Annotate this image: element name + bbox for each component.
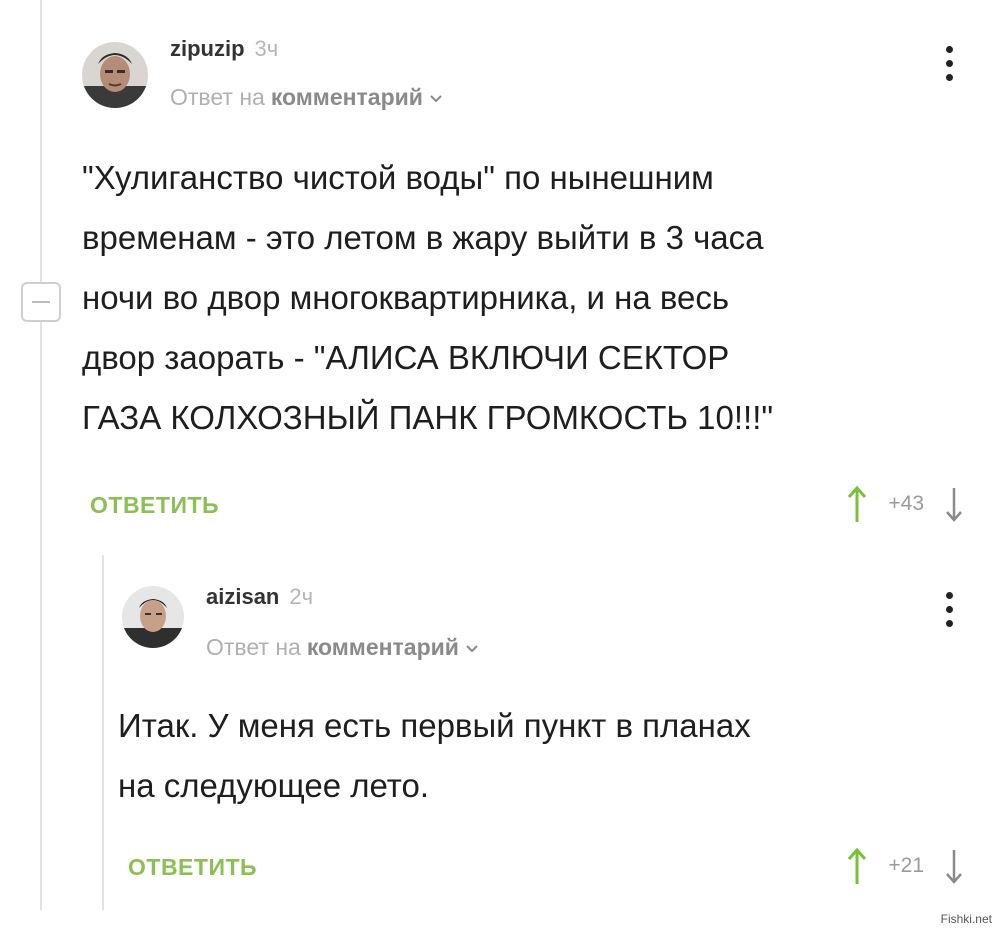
chevron-down-icon[interactable] [465, 641, 479, 655]
comment-text: Итак. У меня есть первый пункт в планах … [118, 696, 938, 816]
reply-to-link[interactable]: Ответ на комментарий [206, 634, 479, 661]
reply-to-link[interactable]: Ответ на комментарий [170, 84, 443, 111]
collapse-thread-button[interactable] [21, 282, 61, 322]
thread-line [40, 0, 42, 910]
author-name[interactable]: aizisan [206, 584, 279, 610]
rating-score: +43 [888, 492, 924, 515]
reply-to-target[interactable]: комментарий [271, 84, 423, 111]
comment-header: aizisan 2ч Ответ на комментарий [118, 576, 972, 660]
comment-actions: ОТВЕТИТЬ +43 [82, 480, 972, 540]
arrow-up-icon[interactable] [846, 484, 868, 524]
comment-text-line: ГАЗА КОЛХОЗНЫЙ ПАНК ГРОМКОСТЬ 10!!!" [82, 399, 774, 436]
reply-to-target[interactable]: комментарий [307, 634, 459, 661]
vote-controls: +43 [846, 484, 964, 524]
vote-controls: +21 [846, 846, 964, 886]
reply-to-prefix: Ответ на [170, 84, 265, 110]
rating-score: +21 [888, 854, 924, 877]
comment-text-line: "Хулиганство чистой воды" по нынешним [82, 159, 714, 196]
reply-button[interactable]: ОТВЕТИТЬ [128, 854, 257, 881]
vertical-dots-icon[interactable] [944, 46, 954, 86]
reply-button[interactable]: ОТВЕТИТЬ [90, 492, 219, 519]
vertical-dots-icon[interactable] [944, 592, 954, 632]
comment-header: zipuzip 3ч Ответ на комментарий [82, 30, 972, 110]
comment-time: 2ч [289, 584, 314, 609]
arrow-up-icon[interactable] [846, 846, 868, 886]
comment-text: "Хулиганство чистой воды" по нынешним вр… [82, 148, 942, 448]
minus-icon [32, 301, 50, 303]
comment-text-line: ночи во двор многоквартирника, и на весь [82, 279, 730, 316]
comment: zipuzip 3ч Ответ на комментарий "Хулиган… [82, 30, 972, 540]
watermark: Fishki.net [940, 912, 992, 926]
arrow-down-icon[interactable] [944, 484, 964, 524]
nested-thread-line [102, 555, 104, 910]
avatar[interactable] [82, 42, 148, 108]
avatar[interactable] [122, 586, 184, 648]
comment: aizisan 2ч Ответ на комментарий Итак. У … [118, 576, 972, 902]
comment-text-line: временам - это летом в жару выйти в 3 ча… [82, 219, 764, 256]
comment-actions: ОТВЕТИТЬ +21 [118, 842, 972, 902]
comment-text-line: на следующее лето. [118, 767, 430, 804]
chevron-down-icon[interactable] [429, 91, 443, 105]
author-name[interactable]: zipuzip [170, 36, 245, 62]
reply-to-prefix: Ответ на [206, 634, 301, 660]
comment-text-line: Итак. У меня есть первый пункт в планах [118, 707, 751, 744]
comment-time: 3ч [254, 36, 279, 61]
comment-text-line: двор заорать - "АЛИСА ВКЛЮЧИ СЕКТОР [82, 339, 730, 376]
arrow-down-icon[interactable] [944, 846, 964, 886]
